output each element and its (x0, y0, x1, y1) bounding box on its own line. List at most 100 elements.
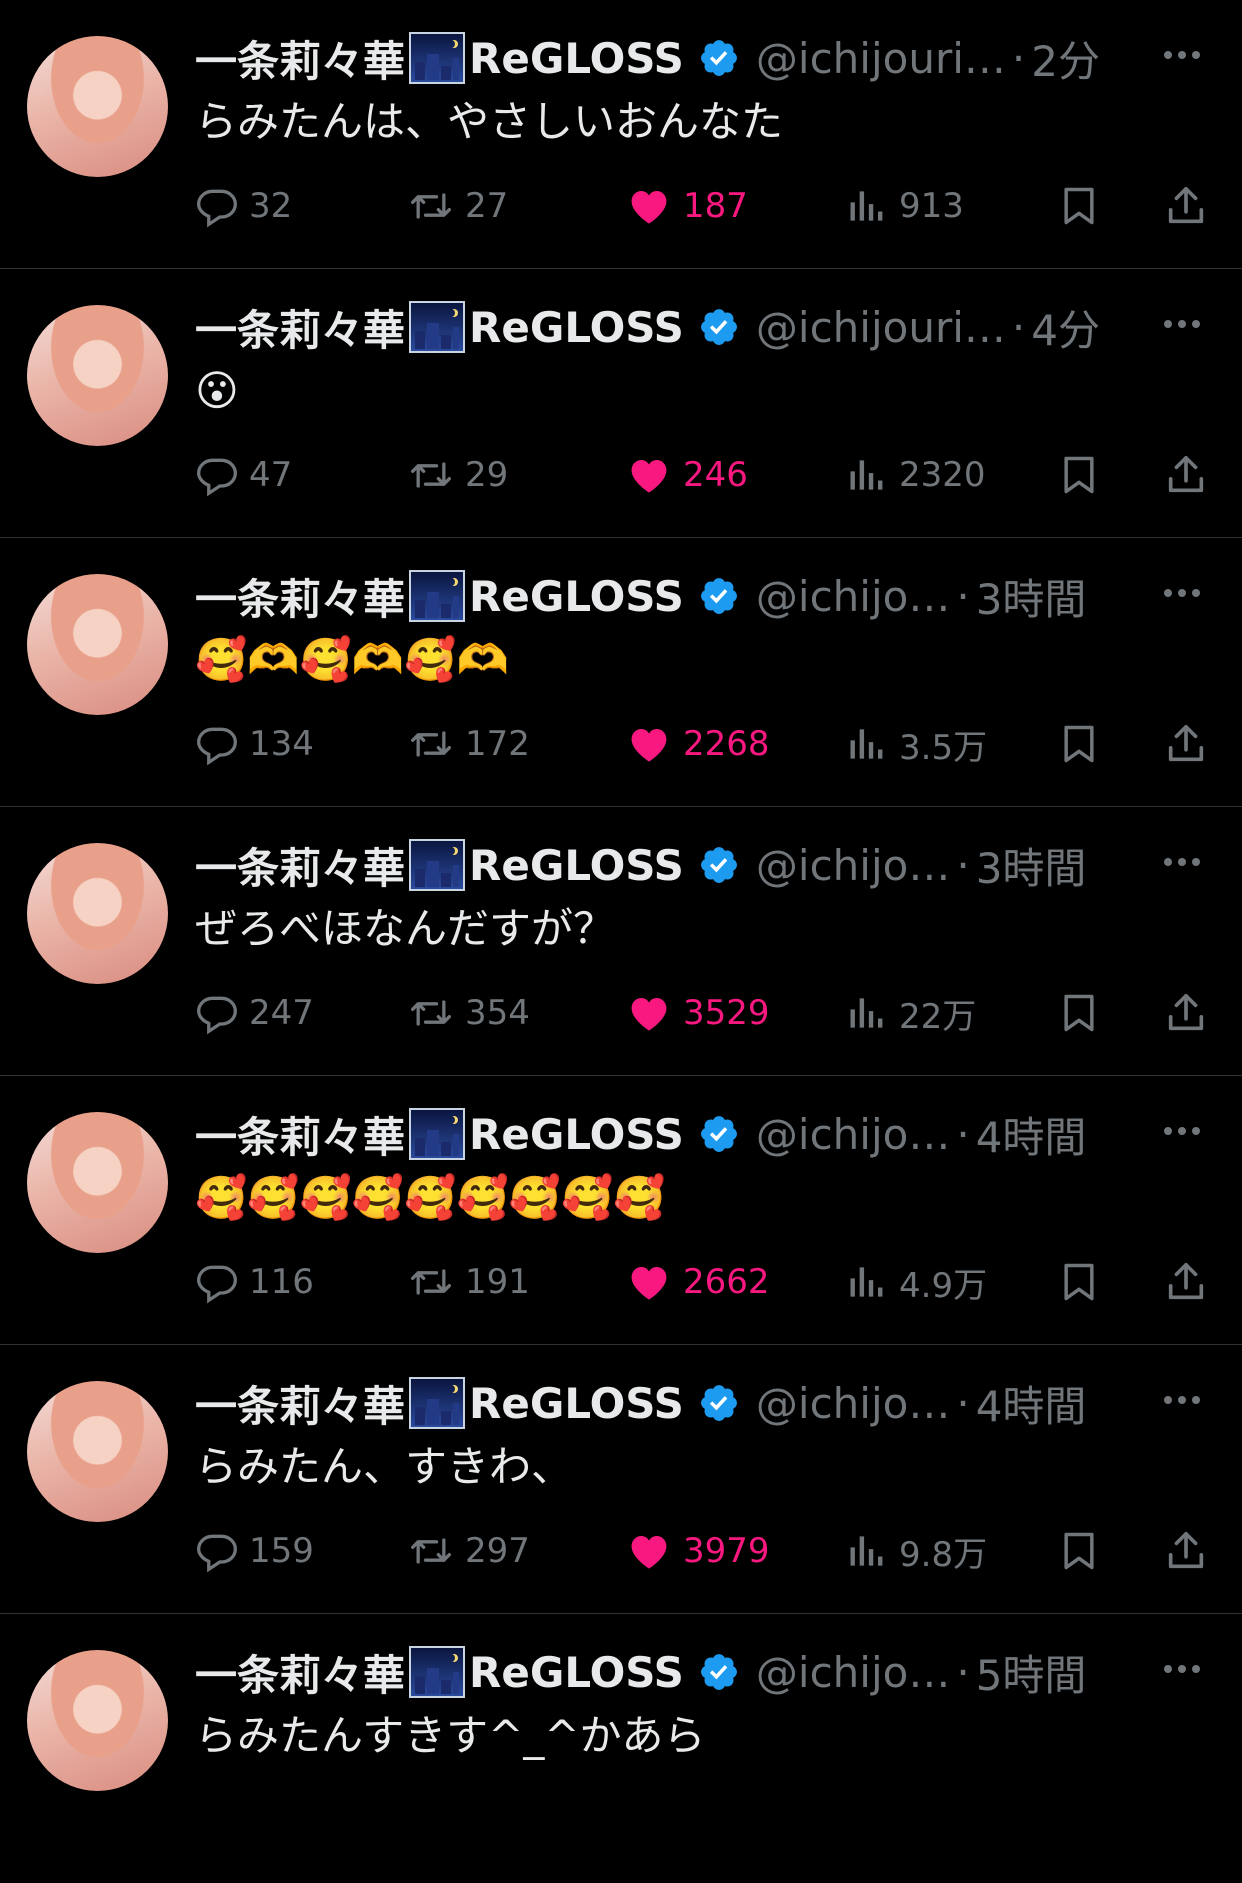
views-button[interactable]: 9.8万 (845, 1525, 987, 1577)
tweet[interactable]: 一条莉々華 ReGLOSS @ichijo… · 5時間 らみたんすきす^_^か… (0, 1614, 1242, 1883)
avatar[interactable] (27, 574, 168, 715)
display-name[interactable]: 一条莉々華 (195, 1104, 405, 1165)
display-name-suffix[interactable]: ReGLOSS (469, 1648, 684, 1697)
display-name-suffix[interactable]: ReGLOSS (469, 34, 684, 83)
reply-button[interactable]: 116 (195, 1256, 314, 1308)
retweet-button[interactable]: 354 (407, 987, 530, 1039)
night-city-emoji-icon (409, 1377, 466, 1429)
username-handle[interactable]: @ichijo… (756, 1379, 950, 1428)
username-handle[interactable]: @ichijo… (756, 1110, 950, 1159)
timestamp[interactable]: 4時間 (976, 1373, 1087, 1434)
reply-icon (197, 996, 237, 1035)
bookmark-button[interactable] (1057, 1525, 1101, 1577)
display-name[interactable]: 一条莉々華 (195, 297, 405, 358)
retweet-count: 29 (465, 455, 509, 495)
avatar[interactable] (27, 1381, 168, 1522)
tweet[interactable]: 一条莉々華 ReGLOSS @ichijo… · 3時間 ぜろべほなんだすが？ … (0, 807, 1242, 1076)
reply-button[interactable]: 32 (195, 180, 292, 232)
reply-button[interactable]: 159 (195, 1525, 314, 1577)
display-name[interactable]: 一条莉々華 (195, 1373, 405, 1434)
username-handle[interactable]: @ichijo… (756, 841, 950, 890)
share-button[interactable] (1163, 718, 1209, 770)
reply-button[interactable]: 247 (195, 987, 314, 1039)
display-name-suffix[interactable]: ReGLOSS (469, 1110, 684, 1159)
share-icon (1168, 455, 1204, 493)
avatar[interactable] (27, 36, 168, 177)
username-handle[interactable]: @ichijouri… (756, 34, 1006, 83)
share-button[interactable] (1163, 987, 1209, 1039)
avatar[interactable] (27, 1650, 168, 1791)
username-handle[interactable]: @ichijo… (756, 1648, 950, 1697)
views-button[interactable]: 3.5万 (845, 718, 987, 770)
tweet[interactable]: 一条莉々華 ReGLOSS @ichijo… · 3時間 🥰🫶🥰🫶🥰🫶 134 … (0, 538, 1242, 807)
retweet-button[interactable]: 191 (407, 1256, 530, 1308)
reply-icon (197, 1534, 237, 1573)
retweet-button[interactable]: 29 (407, 449, 508, 501)
retweet-button[interactable]: 172 (407, 718, 530, 770)
share-button[interactable] (1163, 1256, 1209, 1308)
more-icon[interactable] (1160, 40, 1204, 70)
display-name-suffix[interactable]: ReGLOSS (469, 841, 684, 890)
verified-badge-icon (700, 309, 737, 345)
share-icon (1168, 993, 1204, 1031)
more-icon[interactable] (1160, 578, 1204, 608)
views-button[interactable]: 4.9万 (845, 1256, 987, 1308)
reply-button[interactable]: 134 (195, 718, 314, 770)
display-name[interactable]: 一条莉々華 (195, 1642, 405, 1703)
share-button[interactable] (1163, 180, 1209, 232)
retweet-button[interactable]: 27 (407, 180, 508, 232)
like-button[interactable]: 2662 (625, 1256, 770, 1308)
display-name[interactable]: 一条莉々華 (195, 835, 405, 896)
more-icon[interactable] (1160, 847, 1204, 877)
tweet[interactable]: 一条莉々華 ReGLOSS @ichijouri… · 2分 らみたんは、やさし… (0, 0, 1242, 269)
views-icon (850, 1267, 883, 1297)
tweet[interactable]: 一条莉々華 ReGLOSS @ichijouri… · 4分 😮 47 29 2… (0, 269, 1242, 538)
like-count: 2662 (683, 1262, 770, 1302)
avatar[interactable] (27, 305, 168, 446)
like-button[interactable]: 3529 (625, 987, 770, 1039)
views-button[interactable]: 22万 (845, 987, 976, 1039)
reply-count: 116 (249, 1262, 314, 1302)
more-icon[interactable] (1160, 1116, 1204, 1146)
username-handle[interactable]: @ichijo… (756, 572, 950, 621)
display-name-suffix[interactable]: ReGLOSS (469, 572, 684, 621)
bookmark-button[interactable] (1057, 718, 1101, 770)
timestamp[interactable]: 4時間 (976, 1104, 1087, 1165)
timestamp[interactable]: 4分 (1031, 297, 1100, 358)
more-icon[interactable] (1160, 309, 1204, 339)
bookmark-button[interactable] (1057, 180, 1101, 232)
retweet-button[interactable]: 297 (407, 1525, 530, 1577)
retweet-count: 27 (465, 186, 509, 226)
display-name-suffix[interactable]: ReGLOSS (469, 303, 684, 352)
display-name[interactable]: 一条莉々華 (195, 566, 405, 627)
tweet-header: 一条莉々華 ReGLOSS @ichijouri… · 4分 (195, 299, 1100, 355)
tweet[interactable]: 一条莉々華 ReGLOSS @ichijo… · 4時間 らみたん、すきわ、 1… (0, 1345, 1242, 1614)
display-name-suffix[interactable]: ReGLOSS (469, 1379, 684, 1428)
separator-dot: · (1011, 302, 1026, 352)
share-button[interactable] (1163, 449, 1209, 501)
avatar[interactable] (27, 1112, 168, 1253)
reply-count: 159 (249, 1531, 314, 1571)
display-name[interactable]: 一条莉々華 (195, 28, 405, 89)
reply-button[interactable]: 47 (195, 449, 292, 501)
bookmark-button[interactable] (1057, 1256, 1101, 1308)
views-button[interactable]: 913 (845, 180, 964, 232)
bookmark-icon (1064, 1263, 1094, 1301)
username-handle[interactable]: @ichijouri… (756, 303, 1006, 352)
like-button[interactable]: 187 (625, 180, 748, 232)
more-icon[interactable] (1160, 1385, 1204, 1415)
like-button[interactable]: 3979 (625, 1525, 770, 1577)
bookmark-button[interactable] (1057, 449, 1101, 501)
like-button[interactable]: 2268 (625, 718, 770, 770)
timestamp[interactable]: 3時間 (976, 566, 1087, 627)
like-button[interactable]: 246 (625, 449, 748, 501)
share-button[interactable] (1163, 1525, 1209, 1577)
views-button[interactable]: 2320 (845, 449, 986, 501)
timestamp[interactable]: 2分 (1031, 28, 1100, 89)
bookmark-button[interactable] (1057, 987, 1101, 1039)
timestamp[interactable]: 3時間 (976, 835, 1087, 896)
timestamp[interactable]: 5時間 (976, 1642, 1087, 1703)
tweet[interactable]: 一条莉々華 ReGLOSS @ichijo… · 4時間 🥰🥰🥰🥰🥰🥰🥰🥰🥰 1… (0, 1076, 1242, 1345)
more-icon[interactable] (1160, 1654, 1204, 1684)
avatar[interactable] (27, 843, 168, 984)
